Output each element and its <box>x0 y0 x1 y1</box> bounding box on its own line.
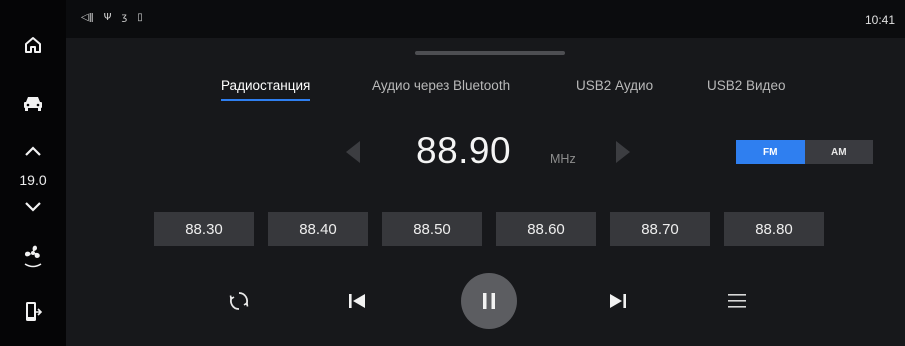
volume-icon: ◁ǁ <box>81 12 94 23</box>
status-bar: ◁ǁ Ψ ʒ ▯ 10:41 <box>66 0 905 38</box>
radio-panel: Радиостанция Аудио через Bluetooth USB2 … <box>66 38 905 346</box>
tab-bluetooth-audio[interactable]: Аудио через Bluetooth <box>372 78 510 93</box>
preset-button[interactable]: 88.50 <box>382 212 482 246</box>
previous-icon <box>349 294 365 308</box>
car-button[interactable] <box>0 90 66 116</box>
tab-usb2-video[interactable]: USB2 Видео <box>707 78 785 93</box>
playback-controls <box>66 270 905 330</box>
band-toggle: FM AM <box>736 140 873 164</box>
band-fm-button[interactable]: FM <box>736 140 805 164</box>
fan-button[interactable] <box>0 240 66 272</box>
frequency-value: 88.90 <box>416 130 512 171</box>
previous-button[interactable] <box>342 286 372 316</box>
clock: 10:41 <box>864 13 895 27</box>
source-tabs: Радиостанция Аудио через Bluetooth USB2 … <box>66 78 905 108</box>
temperature-value: 19.0 <box>19 172 47 188</box>
temp-down-button[interactable] <box>0 196 66 218</box>
home-icon <box>25 37 41 53</box>
arrow-right-icon <box>616 141 630 163</box>
chevron-up-icon <box>25 146 41 156</box>
next-button[interactable] <box>603 286 633 316</box>
tune-up-button[interactable] <box>612 138 634 166</box>
phone-exit-button[interactable] <box>0 298 66 326</box>
car-icon <box>24 97 42 111</box>
next-icon <box>610 294 626 308</box>
fan-icon <box>24 245 42 268</box>
home-button[interactable] <box>0 32 66 58</box>
preset-button[interactable]: 88.80 <box>724 212 824 246</box>
phone-icon: ▯ <box>137 12 143 23</box>
tab-usb2-audio[interactable]: USB2 Аудио <box>576 78 653 93</box>
tune-down-button[interactable] <box>342 138 364 166</box>
refresh-icon <box>229 292 249 310</box>
preset-button[interactable]: 88.70 <box>610 212 710 246</box>
tab-radio[interactable]: Радиостанция <box>221 78 311 101</box>
scan-button[interactable] <box>224 286 254 316</box>
arrow-left-icon <box>346 141 360 163</box>
usb-icon: Ψ <box>103 12 112 23</box>
sidebar: 19.0 <box>0 0 66 346</box>
status-icons: ◁ǁ Ψ ʒ ▯ <box>81 12 143 23</box>
temp-up-button[interactable] <box>0 140 66 162</box>
phone-exit-icon <box>26 302 43 321</box>
band-am-button[interactable]: AM <box>804 140 873 164</box>
preset-button[interactable]: 88.40 <box>268 212 368 246</box>
preset-button[interactable]: 88.60 <box>496 212 596 246</box>
pause-icon <box>483 293 495 309</box>
preset-list: 88.30 88.40 88.50 88.60 88.70 88.80 <box>154 212 824 246</box>
temperature-readout: 19.0 <box>0 172 66 188</box>
station-list-button[interactable] <box>722 286 752 316</box>
drag-handle[interactable] <box>415 51 565 55</box>
chevron-down-icon <box>25 202 41 212</box>
frequency-unit: MHz <box>550 152 576 166</box>
preset-button[interactable]: 88.30 <box>154 212 254 246</box>
bluetooth-icon: ʒ <box>121 12 128 23</box>
pause-button[interactable] <box>461 273 517 329</box>
list-icon <box>728 294 746 308</box>
